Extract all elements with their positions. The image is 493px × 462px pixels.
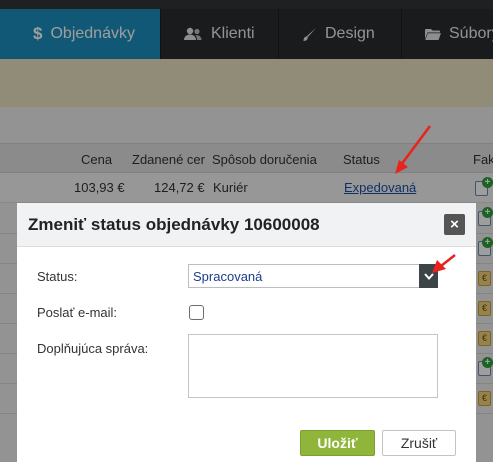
chevron-down-icon[interactable]: [419, 264, 438, 288]
status-label: Status:: [37, 269, 78, 284]
status-select-value: Spracovaná: [193, 269, 263, 284]
email-label: Poslať e-mail:: [37, 305, 118, 320]
dialog-title: Zmeniť status objednávky 10600008: [28, 215, 320, 234]
send-email-checkbox[interactable]: [189, 305, 204, 320]
dialog-header: Zmeniť status objednávky 10600008 ×: [17, 203, 476, 247]
message-textarea[interactable]: [188, 334, 438, 398]
save-button[interactable]: Uložiť: [300, 430, 375, 456]
close-button[interactable]: ×: [444, 214, 465, 235]
change-status-dialog: Zmeniť status objednávky 10600008 × Stat…: [17, 203, 476, 462]
status-select[interactable]: Spracovaná: [188, 264, 438, 288]
message-label: Doplňujúca správa:: [37, 341, 149, 356]
cancel-button[interactable]: Zrušiť: [382, 430, 456, 456]
